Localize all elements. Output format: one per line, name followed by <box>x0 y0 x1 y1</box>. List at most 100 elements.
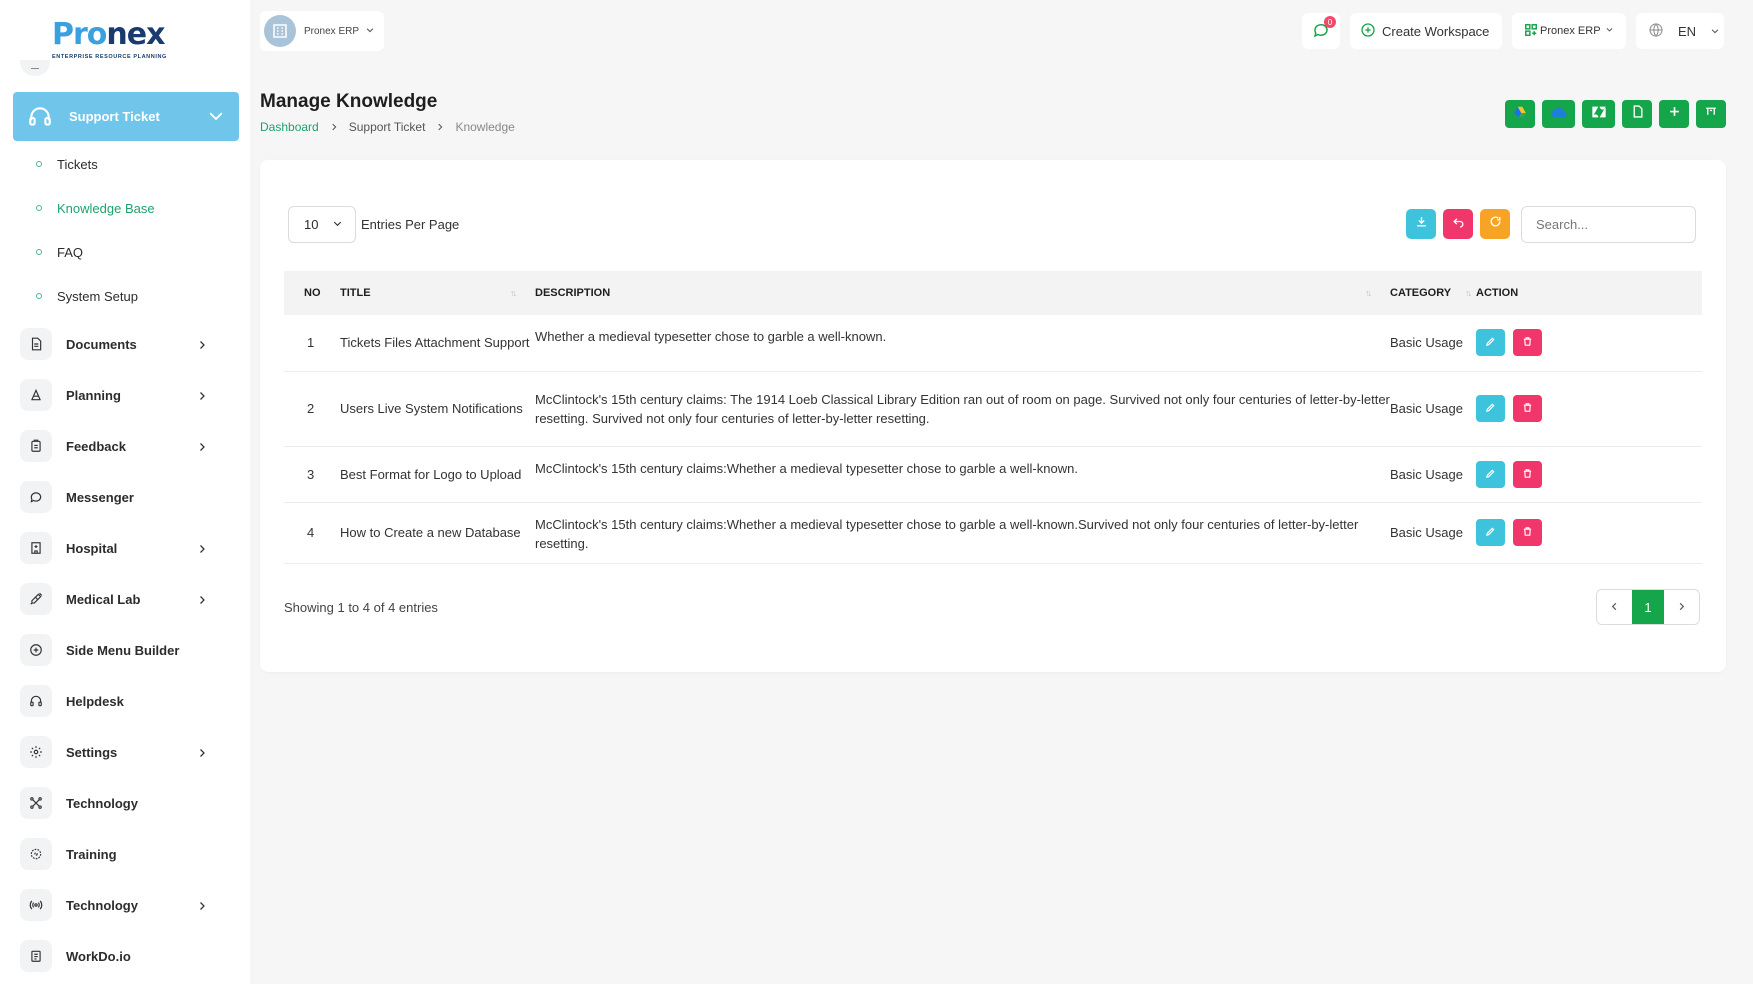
edit-button[interactable] <box>1476 395 1505 422</box>
sidebar-subitem-label: Tickets <box>57 156 98 172</box>
sidebar-item-settings[interactable]: Settings <box>20 736 220 768</box>
export-file-button[interactable] <box>1622 100 1652 128</box>
delete-button[interactable] <box>1513 519 1542 546</box>
headset-icon <box>25 102 55 132</box>
collapse-stub[interactable] <box>20 60 50 76</box>
column-category-label: CATEGORY <box>1390 287 1452 299</box>
cell-no: 4 <box>284 502 340 564</box>
erp-select[interactable]: Pronex ERP <box>1512 13 1626 49</box>
cell-actions <box>1476 315 1702 372</box>
entries-select[interactable]: 10 <box>288 206 356 243</box>
chevron-right-icon <box>196 746 208 764</box>
chevron-right-icon <box>196 338 208 356</box>
edit-button[interactable] <box>1476 329 1505 357</box>
sidebar-item-training[interactable]: Training <box>20 838 220 870</box>
column-title-label: TITLE <box>340 287 371 299</box>
chevron-right-icon <box>196 389 208 407</box>
plus-circle-icon <box>20 634 52 666</box>
pagination: 1 <box>1596 589 1700 625</box>
sidebar-item-side-menu-builder[interactable]: Side Menu Builder <box>20 634 220 666</box>
delete-button[interactable] <box>1513 395 1542 422</box>
sidebar-item-label: Support Ticket <box>69 109 160 124</box>
sidebar-item-messenger[interactable]: Messenger <box>20 481 220 513</box>
column-header-no[interactable]: NO <box>284 271 340 315</box>
logo-letters-nex: nex <box>106 17 165 52</box>
network-icon <box>20 787 52 819</box>
sidebar-subitem-label: FAQ <box>57 244 84 260</box>
gear-icon <box>20 736 52 768</box>
delete-button[interactable] <box>1513 329 1542 357</box>
breadcrumb-support-ticket[interactable]: Support Ticket <box>349 120 426 134</box>
cloud-icon <box>1550 105 1568 124</box>
sidebar-item-workdo[interactable]: WorkDo.io <box>20 940 220 972</box>
column-header-description[interactable]: DESCRIPTION ↑↓ <box>535 271 1390 315</box>
edit-button[interactable] <box>1476 519 1505 546</box>
sidebar-item-label: WorkDo.io <box>66 948 131 964</box>
sidebar-item-medical-lab[interactable]: Medical Lab <box>20 583 220 615</box>
sidebar-item-hospital[interactable]: Hospital <box>20 532 220 564</box>
sidebar-item-support-ticket[interactable]: Support Ticket <box>13 92 239 141</box>
cell-title: Best Format for Logo to Upload <box>340 446 535 503</box>
notes-icon <box>20 940 52 972</box>
google-drive-icon <box>1513 105 1527 124</box>
sidebar-item-technology-2[interactable]: Technology <box>20 889 220 921</box>
workspace-name: Pronex ERP <box>304 25 360 37</box>
broadcast-icon <box>20 889 52 921</box>
download-button[interactable] <box>1406 209 1436 239</box>
undo-button[interactable] <box>1443 209 1473 239</box>
cell-description: McClintock's 15th century claims: The 19… <box>535 371 1390 447</box>
hospital-icon <box>20 532 52 564</box>
table-icon <box>1704 105 1718 123</box>
pagination-page-1[interactable]: 1 <box>1632 590 1664 624</box>
sidebar-item-technology[interactable]: Technology <box>20 787 220 819</box>
add-button[interactable] <box>1659 100 1689 128</box>
column-header-category[interactable]: CATEGORY ↑↓ <box>1390 271 1476 315</box>
zendesk-button[interactable] <box>1582 100 1615 128</box>
sidebar-item-planning[interactable]: Planning <box>20 379 220 411</box>
sidebar-item-helpdesk[interactable]: Helpdesk <box>20 685 220 717</box>
sidebar-item-documents[interactable]: Documents <box>20 328 220 360</box>
sidebar-subitem-system-setup[interactable]: System Setup <box>36 286 138 306</box>
pronex-logo[interactable]: Pronex ENTERPRISE RESOURCE PLANNING <box>52 18 192 66</box>
delete-button[interactable] <box>1513 460 1542 488</box>
logo-tagline: ENTERPRISE RESOURCE PLANNING <box>52 54 167 60</box>
breadcrumb-dashboard[interactable]: Dashboard <box>260 120 319 134</box>
create-workspace-button[interactable]: Create Workspace <box>1350 13 1502 49</box>
workspace-avatar <box>264 15 296 47</box>
breadcrumb-knowledge: Knowledge <box>455 120 515 134</box>
chevron-right-icon <box>329 122 339 132</box>
sidebar-item-label: Planning <box>66 387 121 403</box>
column-header-title[interactable]: TITLE ↑↓ <box>340 271 535 315</box>
edit-button[interactable] <box>1476 460 1505 488</box>
logo-letters-ro: ro <box>73 17 107 52</box>
google-drive-button[interactable] <box>1505 100 1535 128</box>
entries-label: Entries Per Page <box>361 217 460 232</box>
logo-letter-p: P <box>52 17 74 52</box>
chevron-right-icon <box>196 440 208 458</box>
cell-no: 2 <box>284 371 340 447</box>
plus-icon <box>1668 105 1681 123</box>
refresh-button[interactable] <box>1480 209 1510 239</box>
sidebar-subitem-tickets[interactable]: Tickets <box>36 154 98 174</box>
column-description-label: DESCRIPTION <box>535 287 611 299</box>
sidebar-subitem-label: System Setup <box>57 288 138 304</box>
sidebar-item-feedback[interactable]: Feedback <box>20 430 220 462</box>
pagination-prev-button[interactable] <box>1597 590 1632 624</box>
cell-actions <box>1476 371 1702 447</box>
sidebar-subitem-knowledge-base[interactable]: Knowledge Base <box>36 198 155 218</box>
top-action-buttons <box>1505 100 1726 128</box>
trash-icon <box>1522 467 1533 482</box>
workspace-select[interactable]: Pronex ERP <box>260 11 384 51</box>
sidebar-item-label: Technology <box>66 795 138 811</box>
pencil-icon <box>1485 467 1496 482</box>
language-select[interactable]: EN <box>1636 13 1724 49</box>
chevron-right-icon <box>196 593 208 611</box>
sidebar-subitem-label: Knowledge Base <box>57 200 155 216</box>
notifications-button[interactable]: 0 <box>1302 13 1340 49</box>
sidebar-subitem-faq[interactable]: FAQ <box>36 242 83 262</box>
planning-icon <box>20 379 52 411</box>
onedrive-button[interactable] <box>1542 100 1575 128</box>
pagination-next-button[interactable] <box>1664 590 1699 624</box>
category-button[interactable] <box>1696 100 1726 128</box>
search-input[interactable] <box>1521 206 1696 243</box>
